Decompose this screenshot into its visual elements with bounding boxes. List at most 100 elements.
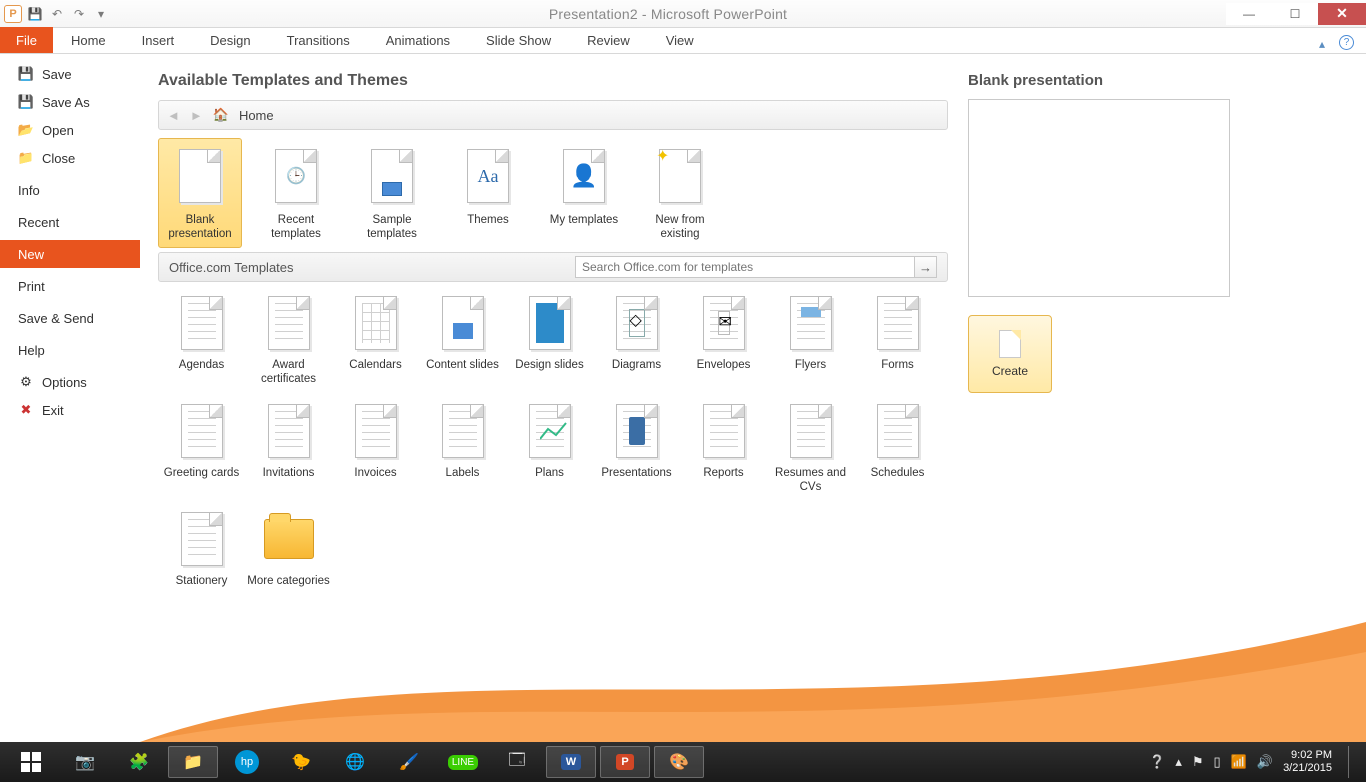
tile-my-templates[interactable]: 👤 My templates [542, 138, 626, 248]
sidebar-item-help[interactable]: Help [0, 336, 140, 364]
tray-flag-icon[interactable]: ⚑ [1192, 754, 1204, 770]
tile-label: Reports [703, 466, 743, 480]
taskbar-app-webcam[interactable]: 📷 [60, 746, 110, 778]
category-stationery[interactable]: Stationery [158, 506, 245, 614]
tile-new-from-existing[interactable]: ✦ New from existing [638, 138, 722, 248]
category-labels[interactable]: Labels [419, 398, 506, 506]
category-agendas[interactable]: Agendas [158, 290, 245, 398]
sidebar-item-new[interactable]: New [0, 240, 140, 268]
search-go-button[interactable]: → [915, 256, 937, 278]
sidebar-item-close[interactable]: 📁Close [0, 144, 140, 172]
category-more-categories[interactable]: More categories [245, 506, 332, 614]
tray-date: 3/21/2015 [1283, 762, 1332, 775]
sidebar-item-options[interactable]: ⚙Options [0, 368, 140, 396]
tray-help-icon[interactable]: ❔ [1149, 754, 1165, 770]
tab-design[interactable]: Design [192, 27, 268, 53]
tray-chevron-icon[interactable]: ▴ [1175, 754, 1182, 770]
taskbar-app-brush[interactable]: 🖌️ [384, 746, 434, 778]
nav-forward-icon[interactable]: ► [190, 108, 203, 123]
home-icon[interactable]: 🏠 [213, 107, 229, 123]
search-input[interactable] [575, 256, 915, 278]
minimize-ribbon-icon[interactable]: ▴ [1313, 35, 1331, 53]
help-icon[interactable]: ? [1339, 35, 1354, 50]
sidebar-item-save-as[interactable]: 💾Save As [0, 88, 140, 116]
panel-heading: Available Templates and Themes [158, 72, 948, 90]
sidebar-item-exit[interactable]: ✖Exit [0, 396, 140, 424]
category-schedules[interactable]: Schedules [854, 398, 941, 506]
tab-view[interactable]: View [648, 27, 712, 53]
nav-back-icon[interactable]: ◄ [167, 108, 180, 123]
tray-clock[interactable]: 9:02 PM 3/21/2015 [1283, 749, 1332, 774]
save-qat-icon[interactable]: 💾 [26, 5, 44, 23]
category-invitations[interactable]: Invitations [245, 398, 332, 506]
category-presentations[interactable]: Presentations [593, 398, 680, 506]
template-source-row: Blank presentation 🕒 Recent templates Sa… [158, 138, 948, 248]
preview-title: Blank presentation [968, 72, 1348, 89]
category-design-slides[interactable]: Design slides [506, 290, 593, 398]
tab-home[interactable]: Home [53, 27, 124, 53]
minimize-button[interactable]: — [1226, 3, 1272, 25]
tray-network-icon[interactable]: 📶 [1231, 754, 1247, 770]
category-greeting-cards[interactable]: Greeting cards [158, 398, 245, 506]
start-button[interactable] [6, 746, 56, 778]
tile-themes[interactable]: Aa Themes [446, 138, 530, 248]
show-desktop-button[interactable] [1348, 746, 1354, 778]
tile-sample-templates[interactable]: Sample templates [350, 138, 434, 248]
sidebar-item-label: Options [42, 375, 87, 390]
tile-label: My templates [550, 213, 618, 227]
sample-templates-icon [364, 143, 420, 209]
taskbar-app-character[interactable]: 🐤 [276, 746, 326, 778]
maximize-button[interactable]: ☐ [1272, 3, 1318, 25]
tile-recent-templates[interactable]: 🕒 Recent templates [254, 138, 338, 248]
sidebar-item-save[interactable]: 💾Save [0, 60, 140, 88]
category-diagrams[interactable]: ◇Diagrams [593, 290, 680, 398]
category-flyers[interactable]: Flyers [767, 290, 854, 398]
tray-volume-icon[interactable]: 🔊 [1257, 754, 1273, 770]
taskbar-app-tiles[interactable]: 🗔 [492, 746, 542, 778]
taskbar-app-word[interactable]: W [546, 746, 596, 778]
category-plans[interactable]: Plans [506, 398, 593, 506]
folder-category-icon [696, 400, 752, 462]
tile-blank-presentation[interactable]: Blank presentation [158, 138, 242, 248]
tab-transitions[interactable]: Transitions [269, 27, 368, 53]
tab-file[interactable]: File [0, 27, 53, 53]
category-resumes-and-cvs[interactable]: Resumes and CVs [767, 398, 854, 506]
sidebar-item-label: Close [42, 151, 75, 166]
category-invoices[interactable]: Invoices [332, 398, 419, 506]
undo-icon[interactable]: ↶ [48, 5, 66, 23]
category-award-certificates[interactable]: Award certificates [245, 290, 332, 398]
category-calendars[interactable]: Calendars [332, 290, 419, 398]
taskbar-app-explorer[interactable]: 📁 [168, 746, 218, 778]
themes-icon: Aa [460, 143, 516, 209]
office-templates-bar: Office.com Templates → [158, 252, 948, 282]
title-bar: P 💾 ↶ ↷ ▾ Presentation2 - Microsoft Powe… [0, 0, 1366, 28]
sidebar-item-label: Open [42, 123, 74, 138]
taskbar-app-paint[interactable]: 🎨 [654, 746, 704, 778]
sidebar-item-recent[interactable]: Recent [0, 208, 140, 236]
tab-review[interactable]: Review [569, 27, 648, 53]
breadcrumb-item[interactable]: Home [239, 108, 274, 123]
sidebar-item-open[interactable]: 📂Open [0, 116, 140, 144]
sidebar-item-info[interactable]: Info [0, 176, 140, 204]
tab-animations[interactable]: Animations [368, 27, 468, 53]
sidebar-item-label: Save As [42, 95, 90, 110]
tile-label: Agendas [179, 358, 224, 372]
redo-icon[interactable]: ↷ [70, 5, 88, 23]
tab-slideshow[interactable]: Slide Show [468, 27, 569, 53]
create-button[interactable]: Create [968, 315, 1052, 393]
sidebar-item-print[interactable]: Print [0, 272, 140, 300]
taskbar-app-hp[interactable]: hp [222, 746, 272, 778]
taskbar-app-puzzle[interactable]: 🧩 [114, 746, 164, 778]
close-button[interactable]: ✕ [1318, 3, 1366, 25]
tab-insert[interactable]: Insert [124, 27, 193, 53]
category-forms[interactable]: Forms [854, 290, 941, 398]
category-content-slides[interactable]: Content slides [419, 290, 506, 398]
taskbar-app-line[interactable]: LINE [438, 746, 488, 778]
sidebar-item-save-send[interactable]: Save & Send [0, 304, 140, 332]
category-reports[interactable]: Reports [680, 398, 767, 506]
category-envelopes[interactable]: ✉Envelopes [680, 290, 767, 398]
taskbar-app-chrome[interactable]: 🌐 [330, 746, 380, 778]
tray-battery-icon[interactable]: ▯ [1214, 754, 1221, 770]
qat-dropdown-icon[interactable]: ▾ [92, 5, 110, 23]
taskbar-app-powerpoint[interactable]: P [600, 746, 650, 778]
